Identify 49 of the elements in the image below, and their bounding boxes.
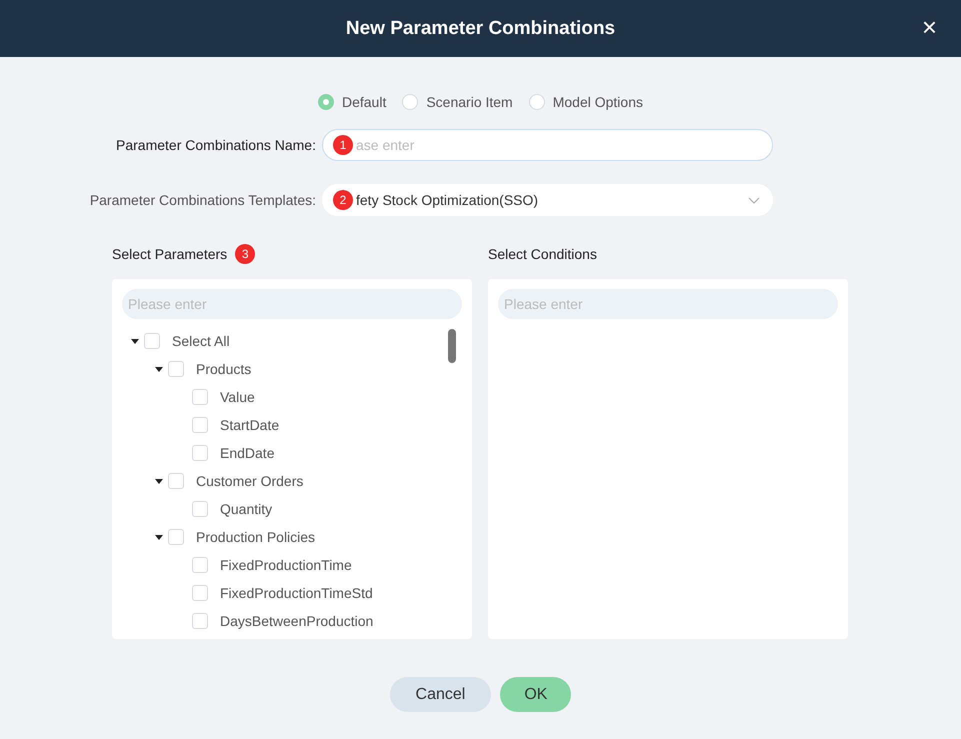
tree-item-label: Production Policies bbox=[196, 529, 316, 545]
caret-icon[interactable] bbox=[154, 476, 164, 486]
field-label: Parameter Combinations Templates: bbox=[88, 192, 317, 208]
checkbox[interactable] bbox=[192, 557, 208, 573]
caret-icon[interactable] bbox=[154, 364, 164, 374]
step-badge: 2 bbox=[333, 190, 353, 210]
caret-icon[interactable] bbox=[154, 532, 164, 542]
tree-item-label: DaysBetweenProduction bbox=[220, 613, 374, 629]
section-title: Select Parameters bbox=[112, 246, 228, 262]
tree-item-label: Products bbox=[196, 361, 252, 377]
tree-item-label: FixedProductionTime bbox=[220, 557, 352, 573]
checkbox[interactable] bbox=[168, 473, 184, 489]
checkbox[interactable] bbox=[192, 445, 208, 461]
tree-item-label: Customer Orders bbox=[196, 473, 304, 489]
cancel-button[interactable]: Cancel bbox=[390, 677, 492, 712]
caret-icon[interactable] bbox=[130, 336, 140, 346]
checkbox[interactable] bbox=[192, 585, 208, 601]
radio-label: Model Options bbox=[552, 94, 643, 110]
radio-label: Scenario Item bbox=[426, 94, 513, 110]
section-title: Select Conditions bbox=[488, 246, 597, 262]
ok-button[interactable]: OK bbox=[500, 677, 572, 712]
tree-item-label: Quantity bbox=[220, 501, 272, 517]
template-select[interactable]: 2 fety Stock Optimization(SSO) bbox=[322, 184, 773, 216]
checkbox[interactable] bbox=[192, 389, 208, 405]
tree-item-label: FixedProductionTimeStd bbox=[220, 585, 373, 601]
close-button[interactable]: × bbox=[918, 14, 941, 40]
scrollbar-thumb[interactable] bbox=[448, 329, 456, 363]
radio-label: Default bbox=[342, 94, 386, 110]
checkbox[interactable] bbox=[144, 333, 160, 349]
name-input-field[interactable]: 1 ase enter bbox=[322, 129, 773, 161]
radio-button[interactable] bbox=[528, 94, 545, 110]
radio-button[interactable] bbox=[318, 94, 334, 110]
tree-item-label: Select All bbox=[172, 333, 230, 349]
checkbox[interactable] bbox=[168, 529, 184, 545]
tree-item-label: EndDate bbox=[220, 445, 274, 461]
step-badge: 3 bbox=[235, 244, 256, 264]
checkbox[interactable] bbox=[192, 417, 208, 433]
tree-item-label: Value bbox=[220, 389, 255, 405]
step-badge: 1 bbox=[333, 135, 353, 155]
field-label: Parameter Combinations Name: bbox=[115, 137, 317, 153]
radio-button[interactable] bbox=[402, 94, 418, 110]
chevron-down-icon bbox=[748, 197, 760, 205]
checkbox[interactable] bbox=[192, 501, 208, 517]
checkbox[interactable] bbox=[192, 613, 208, 629]
search-field[interactable]: Please enter bbox=[498, 289, 838, 319]
checkbox[interactable] bbox=[168, 361, 184, 377]
tree-item-label: StartDate bbox=[220, 417, 280, 433]
dialog-title: New Parameter Combinations bbox=[346, 18, 616, 40]
search-field[interactable]: Please enter bbox=[122, 289, 462, 319]
